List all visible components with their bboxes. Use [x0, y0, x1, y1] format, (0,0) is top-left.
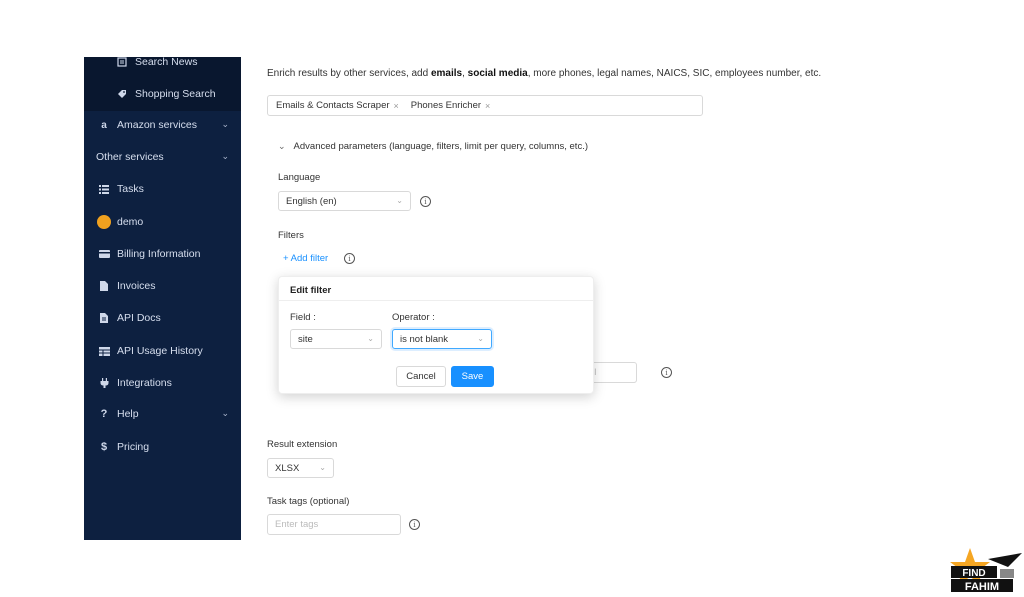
operator-select-value: is not blank	[400, 333, 449, 345]
dollar-icon: $	[100, 441, 108, 453]
save-button[interactable]: Save	[451, 366, 494, 387]
chevron-down-icon: ⌄	[221, 151, 229, 161]
info-icon[interactable]: i	[344, 253, 355, 264]
enricher-tag: Emails & Contacts Scraper ×	[272, 98, 403, 114]
task-tags-input[interactable]: Enter tags	[267, 514, 401, 535]
question-icon: ?	[100, 408, 108, 420]
avatar-wrapper	[96, 215, 112, 229]
table-icon	[96, 346, 112, 356]
sidebar-item-help[interactable]: ? Help ⌄	[84, 402, 241, 426]
field-label: Field :	[290, 312, 316, 323]
list-icon	[96, 184, 112, 194]
sidebar-item-label: Integrations	[117, 377, 172, 389]
credit-card-icon	[96, 250, 112, 258]
logo-text-line1: FIND	[962, 568, 985, 579]
field-select-value: site	[298, 333, 313, 345]
sidebar: Search News Shopping Search a Amazon ser…	[84, 57, 241, 540]
plug-icon	[96, 378, 112, 388]
sidebar-item-label: Shopping Search	[135, 88, 216, 100]
sidebar-item-label: Billing Information	[117, 248, 201, 260]
sidebar-item-pricing[interactable]: $ Pricing	[84, 435, 241, 459]
avatar	[97, 215, 111, 229]
sidebar-item-label: demo	[117, 216, 144, 228]
chevron-down-icon: ⌄	[477, 334, 484, 343]
sidebar-item-label: Search News	[135, 57, 198, 68]
enricher-tag-label: Emails & Contacts Scraper	[276, 100, 390, 111]
find-fahim-logo: FIND FAHIM	[948, 545, 1022, 595]
chevron-down-icon: ⌄	[319, 463, 326, 472]
file-icon	[96, 281, 112, 291]
add-filter-link[interactable]: + Add filter	[283, 253, 328, 264]
intro-suffix: , more phones, legal names, NAICS, SIC, …	[527, 68, 822, 79]
operator-label: Operator :	[392, 312, 435, 323]
sidebar-item-shopping-search[interactable]: Shopping Search	[84, 82, 241, 106]
language-label: Language	[278, 172, 321, 183]
operator-select[interactable]: is not blank ⌄	[392, 329, 492, 349]
sidebar-item-invoices[interactable]: Invoices	[84, 274, 241, 298]
popover-divider	[279, 300, 593, 301]
sidebar-item-tasks[interactable]: Tasks	[84, 177, 241, 201]
info-icon[interactable]: i	[409, 519, 420, 530]
sidebar-item-billing-information[interactable]: Billing Information	[84, 242, 241, 266]
sidebar-item-integrations[interactable]: Integrations	[84, 371, 241, 395]
sidebar-item-label: Invoices	[117, 280, 156, 292]
sidebar-item-label: Amazon services	[117, 119, 197, 131]
sidebar-item-label: API Usage History	[117, 345, 203, 357]
chevron-down-icon: ⌄	[367, 334, 374, 343]
language-select-value: English (en)	[286, 195, 337, 207]
newspaper-icon	[114, 57, 130, 67]
sidebar-item-api-usage-history[interactable]: API Usage History	[84, 339, 241, 363]
sidebar-item-api-docs[interactable]: API Docs	[84, 306, 241, 330]
logo-text-line2: FAHIM	[965, 581, 999, 593]
intro-text: Enrich results by other services, add	[267, 68, 431, 79]
language-select[interactable]: English (en) ⌄	[278, 191, 411, 211]
close-icon[interactable]: ×	[394, 101, 399, 111]
app-frame: Search News Shopping Search a Amazon ser…	[84, 57, 941, 540]
result-extension-value: XLSX	[275, 462, 300, 474]
enricher-tag-label: Phones Enricher	[410, 100, 482, 111]
advanced-parameters-toggle[interactable]: ⌄ Advanced parameters (language, filters…	[278, 141, 588, 152]
sidebar-item-label: Help	[117, 408, 139, 420]
result-extension-select[interactable]: XLSX ⌄	[267, 458, 334, 478]
result-extension-label: Result extension	[267, 439, 338, 450]
enrichment-description: Enrich results by other services, add em…	[267, 68, 821, 79]
sidebar-item-label: Tasks	[117, 183, 144, 195]
info-icon[interactable]: i	[661, 367, 672, 378]
sidebar-item-label: API Docs	[117, 312, 161, 324]
enrichments-select[interactable]: Emails & Contacts Scraper × Phones Enrich…	[267, 95, 703, 116]
cancel-button[interactable]: Cancel	[396, 366, 446, 387]
sidebar-item-demo[interactable]: demo	[84, 210, 241, 234]
filters-label: Filters	[278, 230, 304, 241]
sidebar-item-label: Other services	[96, 151, 164, 163]
sidebar-item-other-services[interactable]: Other services ⌄	[84, 145, 241, 169]
chevron-down-icon: ⌄	[396, 196, 403, 205]
tag-icon	[114, 89, 130, 99]
edit-filter-popover: Edit filter Field : site ⌄ Operator : is…	[278, 276, 594, 394]
close-icon[interactable]: ×	[485, 101, 490, 111]
intro-bold-social-media: social media	[467, 68, 528, 79]
field-select[interactable]: site ⌄	[290, 329, 382, 349]
chevron-down-icon: ⌄	[221, 119, 229, 129]
enricher-tag: Phones Enricher ×	[407, 98, 495, 114]
chevron-down-icon: ⌄	[278, 141, 286, 151]
intro-bold-emails: emails	[430, 68, 463, 79]
task-tags-label: Task tags (optional)	[267, 496, 350, 507]
file-text-icon	[96, 313, 112, 323]
sidebar-item-search-news[interactable]: Search News	[84, 57, 241, 74]
info-icon[interactable]: i	[420, 196, 431, 207]
sidebar-item-amazon-services[interactable]: a Amazon services ⌄	[84, 113, 241, 137]
sidebar-item-label: Pricing	[117, 441, 150, 453]
advanced-parameters-label: Advanced parameters (language, filters, …	[293, 141, 589, 152]
amazon-icon: a	[101, 119, 107, 131]
chevron-down-icon: ⌄	[221, 408, 229, 418]
popover-title: Edit filter	[290, 285, 332, 296]
